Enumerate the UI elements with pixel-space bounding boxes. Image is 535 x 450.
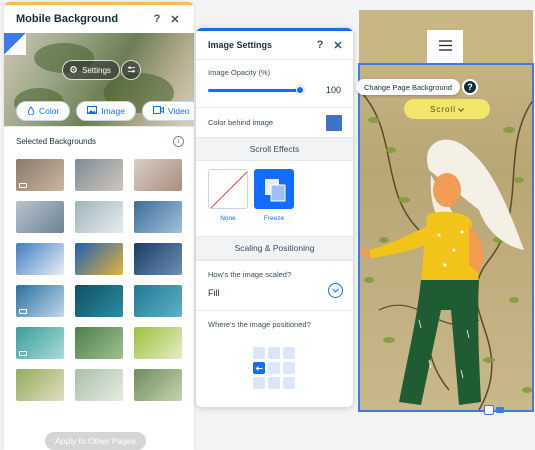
scale-value[interactable]: Fill [208, 288, 341, 298]
video-type-button[interactable]: Video [141, 101, 194, 121]
scroll-effects-heading: Scroll Effects [196, 137, 353, 161]
image-settings-close-button[interactable]: ✕ [329, 39, 347, 52]
preview-corner-marker [4, 33, 26, 55]
background-thumbnail[interactable] [75, 243, 123, 275]
background-thumbnail[interactable] [134, 369, 182, 401]
settings-button[interactable]: Settings [62, 60, 120, 80]
effect-freeze-label: Freeze [263, 215, 285, 222]
selected-backgrounds-header: Selected Backgrounds i [4, 126, 194, 156]
image-settings-title: Image Settings [208, 40, 273, 50]
background-thumbnail[interactable] [75, 327, 123, 359]
background-thumbnail[interactable] [16, 243, 64, 275]
chevron-down-icon [332, 286, 339, 295]
drop-icon [27, 105, 35, 117]
panel-header: Mobile Background ? ✕ [4, 5, 194, 33]
scroll-effects-options: None Freeze [196, 161, 353, 236]
scale-dropdown-button[interactable] [328, 283, 343, 298]
effect-none-label: None [220, 215, 236, 222]
opacity-section: Image Opacity (%) 100 [196, 59, 353, 107]
background-thumbnail[interactable] [16, 369, 64, 401]
background-thumbnail[interactable] [134, 201, 182, 233]
color-swatch[interactable] [326, 114, 342, 131]
apply-to-other-pages-button[interactable]: Apply to Other Pages [45, 432, 146, 450]
opacity-label: Image Opacity (%) [208, 68, 271, 77]
background-thumbnail[interactable] [16, 159, 64, 191]
effect-freeze-option[interactable]: Freeze [254, 169, 294, 236]
info-icon[interactable]: i [173, 136, 184, 147]
scroll-button[interactable]: Scroll [404, 99, 490, 119]
position-middle-left[interactable] [253, 362, 265, 374]
effect-none-option[interactable]: None [208, 169, 248, 236]
none-slash-icon [210, 171, 247, 208]
settings-label: Settings [82, 65, 111, 75]
backgrounds-grid [16, 159, 186, 401]
background-thumbnail[interactable] [75, 159, 123, 191]
background-thumbnail[interactable] [16, 201, 64, 233]
selection-resize-handle[interactable] [484, 405, 494, 415]
background-thumbnail[interactable] [75, 201, 123, 233]
image-settings-help-button[interactable]: ? [311, 39, 329, 51]
video-icon [19, 351, 27, 356]
opacity-slider-knob[interactable] [296, 86, 304, 94]
image-type-label: Image [101, 106, 125, 116]
position-top-center[interactable] [268, 347, 280, 359]
color-type-button[interactable]: Color [16, 101, 71, 121]
change-background-help-button[interactable]: ? [462, 79, 478, 95]
change-page-background-tooltip[interactable]: Change Page Background [356, 79, 460, 95]
color-type-label: Color [39, 106, 60, 116]
effect-none-thumbnail[interactable] [208, 169, 248, 209]
image-settings-header: Image Settings ? ✕ [196, 31, 353, 59]
scale-section: How's the image scaled? Fill [196, 260, 353, 310]
position-top-right[interactable] [283, 347, 295, 359]
opacity-slider[interactable] [208, 89, 300, 92]
video-icon [19, 183, 27, 188]
background-thumbnail[interactable] [75, 285, 123, 317]
panel-title: Mobile Background [16, 13, 119, 25]
position-bottom-left[interactable] [253, 377, 265, 389]
adjust-button[interactable] [121, 60, 141, 80]
position-top-left[interactable] [253, 347, 265, 359]
effect-freeze-thumbnail[interactable] [254, 169, 294, 209]
background-preview[interactable]: Settings Color Image Video [4, 33, 194, 126]
scroll-label: Scroll [429, 104, 456, 114]
chevron-down-icon [458, 105, 464, 114]
video-icon [19, 309, 27, 314]
background-thumbnail[interactable] [134, 159, 182, 191]
sliders-icon [127, 61, 136, 79]
color-behind-label: Color behind image [208, 118, 274, 127]
selected-backgrounds-label: Selected Backgrounds [16, 137, 97, 146]
image-settings-panel: Image Settings ? ✕ Image Opacity (%) 100… [196, 28, 353, 407]
background-thumbnail[interactable] [75, 369, 123, 401]
position-middle-right[interactable] [283, 362, 295, 374]
opacity-value[interactable]: 100 [326, 85, 341, 95]
position-bottom-right[interactable] [283, 377, 295, 389]
background-type-row: Color Image Video [16, 101, 194, 121]
background-thumbnail[interactable] [16, 327, 64, 359]
scaling-positioning-heading: Scaling & Positioning [196, 236, 353, 260]
help-button[interactable]: ? [148, 13, 166, 25]
position-question: Where's the image positioned? [208, 320, 311, 329]
gear-icon [69, 65, 78, 76]
position-middle-center[interactable] [268, 362, 280, 374]
background-thumbnail[interactable] [134, 327, 182, 359]
arrow-left-icon [255, 364, 263, 373]
color-behind-section: Color behind image [196, 107, 353, 137]
background-thumbnail[interactable] [16, 285, 64, 317]
selection-action-handle[interactable] [496, 407, 504, 413]
freeze-icon [265, 179, 286, 202]
image-type-button[interactable]: Image [76, 101, 136, 121]
background-thumbnail[interactable] [134, 243, 182, 275]
mobile-background-panel: Mobile Background ? ✕ Settings Color Ima… [4, 2, 194, 450]
image-icon [87, 106, 98, 116]
position-section: Where's the image positioned? [196, 310, 353, 407]
background-thumbnail[interactable] [134, 285, 182, 317]
position-grid [253, 347, 295, 389]
video-icon [152, 106, 164, 116]
scale-question: How's the image scaled? [208, 270, 292, 279]
video-type-label: Video [167, 106, 190, 116]
close-button[interactable]: ✕ [166, 13, 184, 26]
position-bottom-center[interactable] [268, 377, 280, 389]
